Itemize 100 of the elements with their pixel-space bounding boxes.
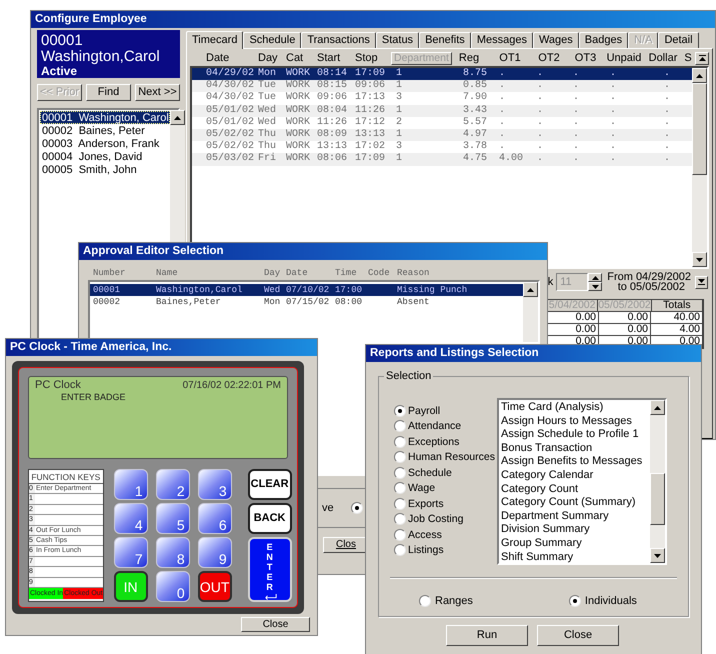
radio-button[interactable] bbox=[394, 420, 406, 432]
up-arrow-icon bbox=[654, 406, 661, 410]
employee-list-item[interactable]: 00003 Anderson, Frank bbox=[40, 137, 170, 150]
radio-button[interactable] bbox=[394, 451, 406, 464]
radio-button[interactable] bbox=[394, 436, 406, 448]
up-arrow-icon bbox=[698, 57, 706, 61]
scroll-up-button[interactable] bbox=[650, 400, 665, 415]
employee-list-item[interactable]: 00005 Smith, John bbox=[40, 163, 170, 176]
radio-button[interactable] bbox=[394, 482, 406, 494]
scroll-up-button[interactable] bbox=[170, 110, 185, 125]
timecard-row[interactable]: 05/02/02 Thu WORK 08:09 13:13 1 4.97 . . . . . bbox=[192, 128, 692, 142]
report-list-item[interactable]: Bonus Transaction bbox=[501, 442, 650, 456]
digit-key[interactable]: 3 bbox=[198, 469, 232, 500]
report-list-item[interactable]: Assign Benefits to Messages bbox=[501, 455, 650, 469]
radio-button[interactable] bbox=[394, 466, 406, 479]
scroll-up-button[interactable] bbox=[692, 68, 707, 83]
radio-button[interactable] bbox=[350, 502, 363, 514]
table-cell-text: 1 bbox=[395, 69, 404, 80]
scrollbar[interactable] bbox=[523, 282, 538, 342]
column-header: Start bbox=[317, 52, 340, 64]
table-cell-text: 7.90 bbox=[462, 93, 488, 104]
function-key-field[interactable] bbox=[35, 567, 103, 577]
report-list-item[interactable]: Department Summary bbox=[501, 510, 650, 524]
radio-button[interactable] bbox=[394, 498, 406, 510]
timecard-row[interactable]: 04/29/02 Mon WORK 08:14 17:09 1 8.75 . . . . . bbox=[192, 68, 692, 80]
radio-button[interactable] bbox=[568, 595, 581, 607]
timecard-row[interactable]: 05/01/02 Wed WORK 08:04 11:26 1 3.43 . . . . . bbox=[192, 104, 692, 117]
tab[interactable]: Schedule bbox=[243, 32, 302, 48]
radio-button[interactable] bbox=[394, 528, 406, 541]
scroll-down-button[interactable] bbox=[692, 252, 707, 267]
run-button[interactable]: Run bbox=[446, 625, 528, 646]
radio-button[interactable] bbox=[394, 404, 406, 417]
up-arrow-icon bbox=[527, 288, 534, 292]
radio-label: Job Costing bbox=[408, 514, 464, 524]
radio-button[interactable] bbox=[394, 544, 406, 556]
tab[interactable]: Wages bbox=[532, 32, 579, 48]
employee-list-item[interactable]: 00001 Washington, Carol bbox=[40, 111, 170, 124]
enter-key[interactable]: ENTER bbox=[248, 537, 292, 602]
tab[interactable]: Benefits bbox=[419, 32, 471, 48]
report-list-item[interactable]: Division Summary bbox=[501, 523, 650, 537]
spin-down-button[interactable] bbox=[588, 282, 602, 291]
window-title: Configure Employee bbox=[35, 14, 147, 26]
radio-button[interactable] bbox=[394, 513, 406, 526]
digit-key[interactable]: 4 bbox=[114, 503, 148, 534]
approval-row[interactable]: 00001 Washington,Carol Wed 07/10/02 17:00 Missing Punch bbox=[90, 284, 523, 296]
tab[interactable]: Transactions bbox=[301, 32, 376, 48]
scrollbar[interactable] bbox=[650, 400, 665, 563]
scroll-up-button[interactable] bbox=[523, 282, 538, 297]
tab[interactable]: Badges bbox=[578, 32, 628, 48]
nav-button[interactable]: Find bbox=[86, 84, 131, 101]
timecard-row[interactable]: 04/30/02 Tue WORK 08:15 09:06 1 0.85 . . . . . bbox=[192, 80, 692, 92]
radio-button[interactable] bbox=[419, 595, 431, 607]
employee-list-item[interactable]: 00004 Jones, David bbox=[40, 150, 170, 163]
report-list-item[interactable]: Assign Hours to Messages bbox=[501, 414, 650, 428]
digit-key[interactable]: 2 bbox=[156, 469, 190, 500]
scrollbar[interactable] bbox=[692, 68, 707, 267]
report-list-item[interactable]: Group Summary bbox=[501, 536, 650, 551]
table-cell-text: 4.00 bbox=[498, 154, 524, 164]
header-scroll-button[interactable] bbox=[695, 52, 709, 64]
tab[interactable]: Status bbox=[376, 32, 420, 48]
collapse-button[interactable] bbox=[695, 276, 708, 288]
tab[interactable]: Messages bbox=[470, 32, 533, 48]
report-list-item[interactable]: Time Card (Analysis) bbox=[501, 401, 650, 415]
back-key[interactable]: BACK bbox=[248, 503, 292, 534]
report-list-item[interactable]: Category Count bbox=[501, 482, 650, 496]
table-cell-text: 2 bbox=[395, 118, 404, 128]
clear-key[interactable]: CLEAR bbox=[248, 469, 292, 500]
table-cell-text: 17:13 bbox=[355, 93, 386, 104]
report-list-item[interactable]: Shift Summary bbox=[501, 550, 650, 563]
close-button[interactable]: Close bbox=[241, 617, 310, 632]
employee-list-item[interactable]: 00002 Baines, Peter bbox=[40, 124, 170, 137]
digit-key[interactable]: 7 bbox=[114, 537, 148, 568]
report-list-item[interactable]: Category Count (Summary) bbox=[501, 496, 650, 510]
out-key[interactable]: OUT bbox=[198, 571, 232, 602]
nav-button[interactable]: Next >> bbox=[135, 84, 180, 101]
table-cell-text: . bbox=[609, 130, 618, 140]
table-cell-text: . bbox=[663, 118, 672, 128]
scroll-thumb[interactable] bbox=[650, 473, 665, 525]
report-list-item[interactable]: Category Calendar bbox=[501, 468, 650, 483]
digit-key[interactable]: 6 bbox=[198, 503, 232, 534]
tab[interactable]: Timecard bbox=[186, 31, 244, 49]
digit-key[interactable]: 9 bbox=[198, 537, 232, 568]
digit-key[interactable]: 5 bbox=[156, 503, 190, 534]
approval-row[interactable]: 00002 Baines,Peter Mon 07/15/02 08:00 Absent bbox=[90, 296, 523, 308]
table-cell-text: 08:06 bbox=[317, 154, 348, 164]
close-button[interactable]: Close bbox=[537, 625, 619, 646]
digit-key[interactable]: 1 bbox=[114, 469, 148, 500]
scroll-thumb[interactable] bbox=[692, 83, 707, 175]
scroll-down-button[interactable] bbox=[650, 548, 665, 563]
digit-key[interactable]: 0 bbox=[156, 571, 190, 602]
timecard-row[interactable]: 05/03/02 Fri WORK 08:06 17:09 1 4.75 4.00 . . . . bbox=[192, 153, 692, 166]
scrollbar[interactable] bbox=[170, 110, 185, 242]
spin-up-button[interactable] bbox=[588, 273, 602, 282]
function-key-field[interactable] bbox=[35, 515, 103, 525]
down-arrow-icon bbox=[696, 258, 703, 262]
digit-key[interactable]: 8 bbox=[156, 537, 190, 568]
function-key-field[interactable] bbox=[35, 494, 103, 504]
tab[interactable]: Detail bbox=[658, 32, 699, 48]
report-list-item[interactable]: Assign Schedule to Profile 1 bbox=[501, 428, 650, 442]
table-cell-text: Fri bbox=[258, 154, 278, 164]
